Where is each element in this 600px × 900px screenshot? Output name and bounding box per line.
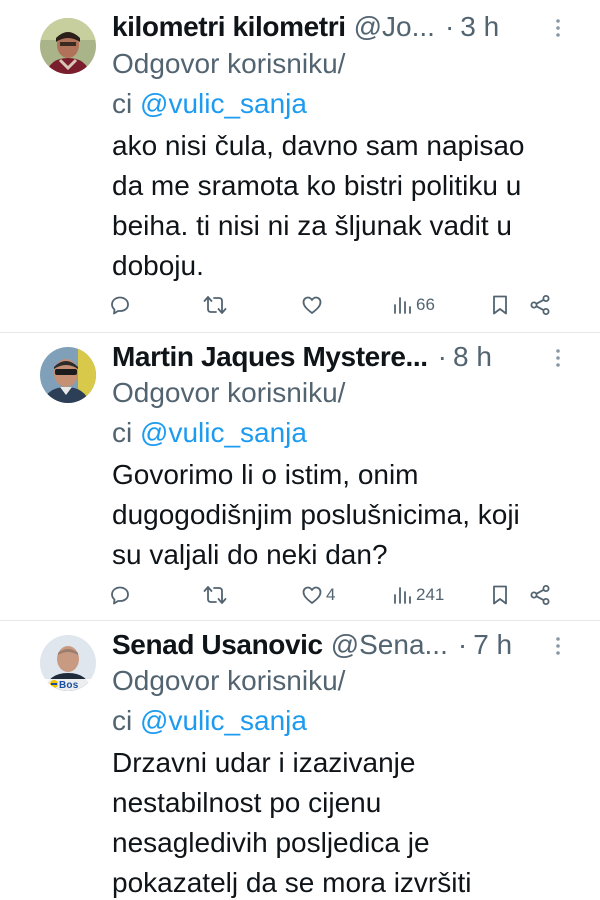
bookmark-button[interactable] [488, 580, 512, 610]
bookmark-icon [488, 583, 512, 607]
likes-count: 4 [326, 585, 336, 604]
reply-button[interactable] [108, 290, 132, 320]
tweet-header: Senad Usanovic @Sena... · 7 h [112, 625, 570, 665]
reply-ci: ci [112, 88, 133, 119]
views-count: 66 [416, 295, 435, 314]
tweet-text-line: nestabilnost po cijenu [112, 787, 382, 818]
retweet-icon [202, 293, 228, 317]
avatar[interactable] [40, 18, 96, 74]
reply-icon [108, 583, 132, 607]
tweet-header: Martin Jaques Mystere... · 8 h [112, 337, 570, 377]
avatar[interactable] [40, 347, 96, 403]
reply-mention-link[interactable]: @vulic_sanja [140, 417, 307, 448]
user-handle[interactable]: @Jo... [354, 11, 435, 43]
bookmark-button[interactable] [488, 290, 512, 320]
reply-context: Odgovor korisniku/ [112, 661, 345, 701]
reply-prefix: Odgovor korisniku/ [112, 665, 346, 696]
views-icon [392, 293, 414, 317]
tweet-text-line: nesagledivih posljedica je [112, 827, 430, 858]
bookmark-icon [488, 293, 512, 317]
views-icon [392, 583, 414, 607]
share-icon [528, 293, 552, 317]
timestamp[interactable]: 3 h [460, 11, 499, 43]
tweet-text-line: da me sramota ko bistri politiku u [112, 170, 522, 201]
tweet-1[interactable]: kilometri kilometri @Jo... · 3 h Odgovor… [0, 0, 600, 332]
more-icon[interactable] [546, 15, 570, 39]
views-count: 241 [416, 585, 445, 604]
tweet-text-line: doboju. [112, 250, 204, 281]
tweet-text: ako nisi čula, davno sam napisao da me s… [112, 126, 582, 286]
retweet-button[interactable] [202, 290, 228, 320]
like-button[interactable]: 4 [300, 580, 335, 610]
tweet-header: kilometri kilometri @Jo... · 3 h [112, 7, 570, 47]
tweet-2[interactable]: Martin Jaques Mystere... · 8 h Odgovor k… [0, 333, 600, 620]
more-icon[interactable] [546, 345, 570, 369]
share-icon [528, 583, 552, 607]
views-button[interactable]: 66 [392, 290, 435, 320]
avatar-badge-text: Bos [59, 680, 79, 691]
tweet-text-line: dugogodišnjim poslušnicima, koji [112, 499, 520, 530]
action-bar: 4 241 [108, 580, 564, 610]
tweet-3[interactable]: Bos Senad Usanovic @Sena... · 7 h Odgovo… [0, 621, 600, 900]
reply-prefix: Odgovor korisniku/ [112, 377, 346, 408]
tweet-text-line: Govorimo li o istim, onim [112, 459, 419, 490]
reply-context-line2: ci @vulic_sanja [112, 84, 307, 124]
like-button[interactable] [300, 290, 324, 320]
user-handle[interactable]: @Sena... [331, 629, 448, 661]
separator-dot: · [437, 341, 447, 372]
like-icon [300, 583, 324, 607]
reply-context-line2: ci @vulic_sanja [112, 413, 307, 453]
tweet-text: Govorimo li o istim, onim dugogodišnjim … [112, 455, 582, 575]
reply-mention-link[interactable]: @vulic_sanja [140, 88, 307, 119]
display-name[interactable]: Martin Jaques Mystere... [112, 341, 428, 373]
like-icon [300, 293, 324, 317]
reply-icon [108, 293, 132, 317]
tweet-text-line: su valjali do neki dan? [112, 539, 388, 570]
tweet-text-line: pokazatelj da se mora izvršiti [112, 867, 472, 898]
more-icon[interactable] [546, 633, 570, 657]
retweet-icon [202, 583, 228, 607]
timestamp[interactable]: 8 h [453, 341, 492, 373]
tweet-text-line: Drzavni udar i izazivanje [112, 747, 416, 778]
reply-ci: ci [112, 417, 133, 448]
tweet-text: Drzavni udar i izazivanje nestabilnost p… [112, 743, 582, 900]
separator-dot: · [457, 629, 468, 660]
display-name[interactable]: kilometri kilometri [112, 11, 346, 43]
separator-dot: · [444, 11, 455, 42]
share-button[interactable] [528, 290, 552, 320]
reply-context: Odgovor korisniku/ [112, 373, 345, 413]
action-bar: 66 [108, 290, 564, 320]
timestamp[interactable]: 7 h [473, 629, 512, 661]
reply-button[interactable] [108, 580, 132, 610]
retweet-button[interactable] [202, 580, 228, 610]
tweet-text-line: beiha. ti nisi ni za šljunak vadit u [112, 210, 512, 241]
share-button[interactable] [528, 580, 552, 610]
tweet-text-line: ako nisi čula, davno sam napisao [112, 130, 525, 161]
reply-context: Odgovor korisniku/ [112, 44, 345, 84]
reply-ci: ci [112, 705, 133, 736]
views-button[interactable]: 241 [392, 580, 444, 610]
reply-context-line2: ci @vulic_sanja [112, 701, 307, 741]
display-name[interactable]: Senad Usanovic [112, 629, 323, 661]
reply-prefix: Odgovor korisniku/ [112, 48, 346, 79]
reply-mention-link[interactable]: @vulic_sanja [140, 705, 307, 736]
